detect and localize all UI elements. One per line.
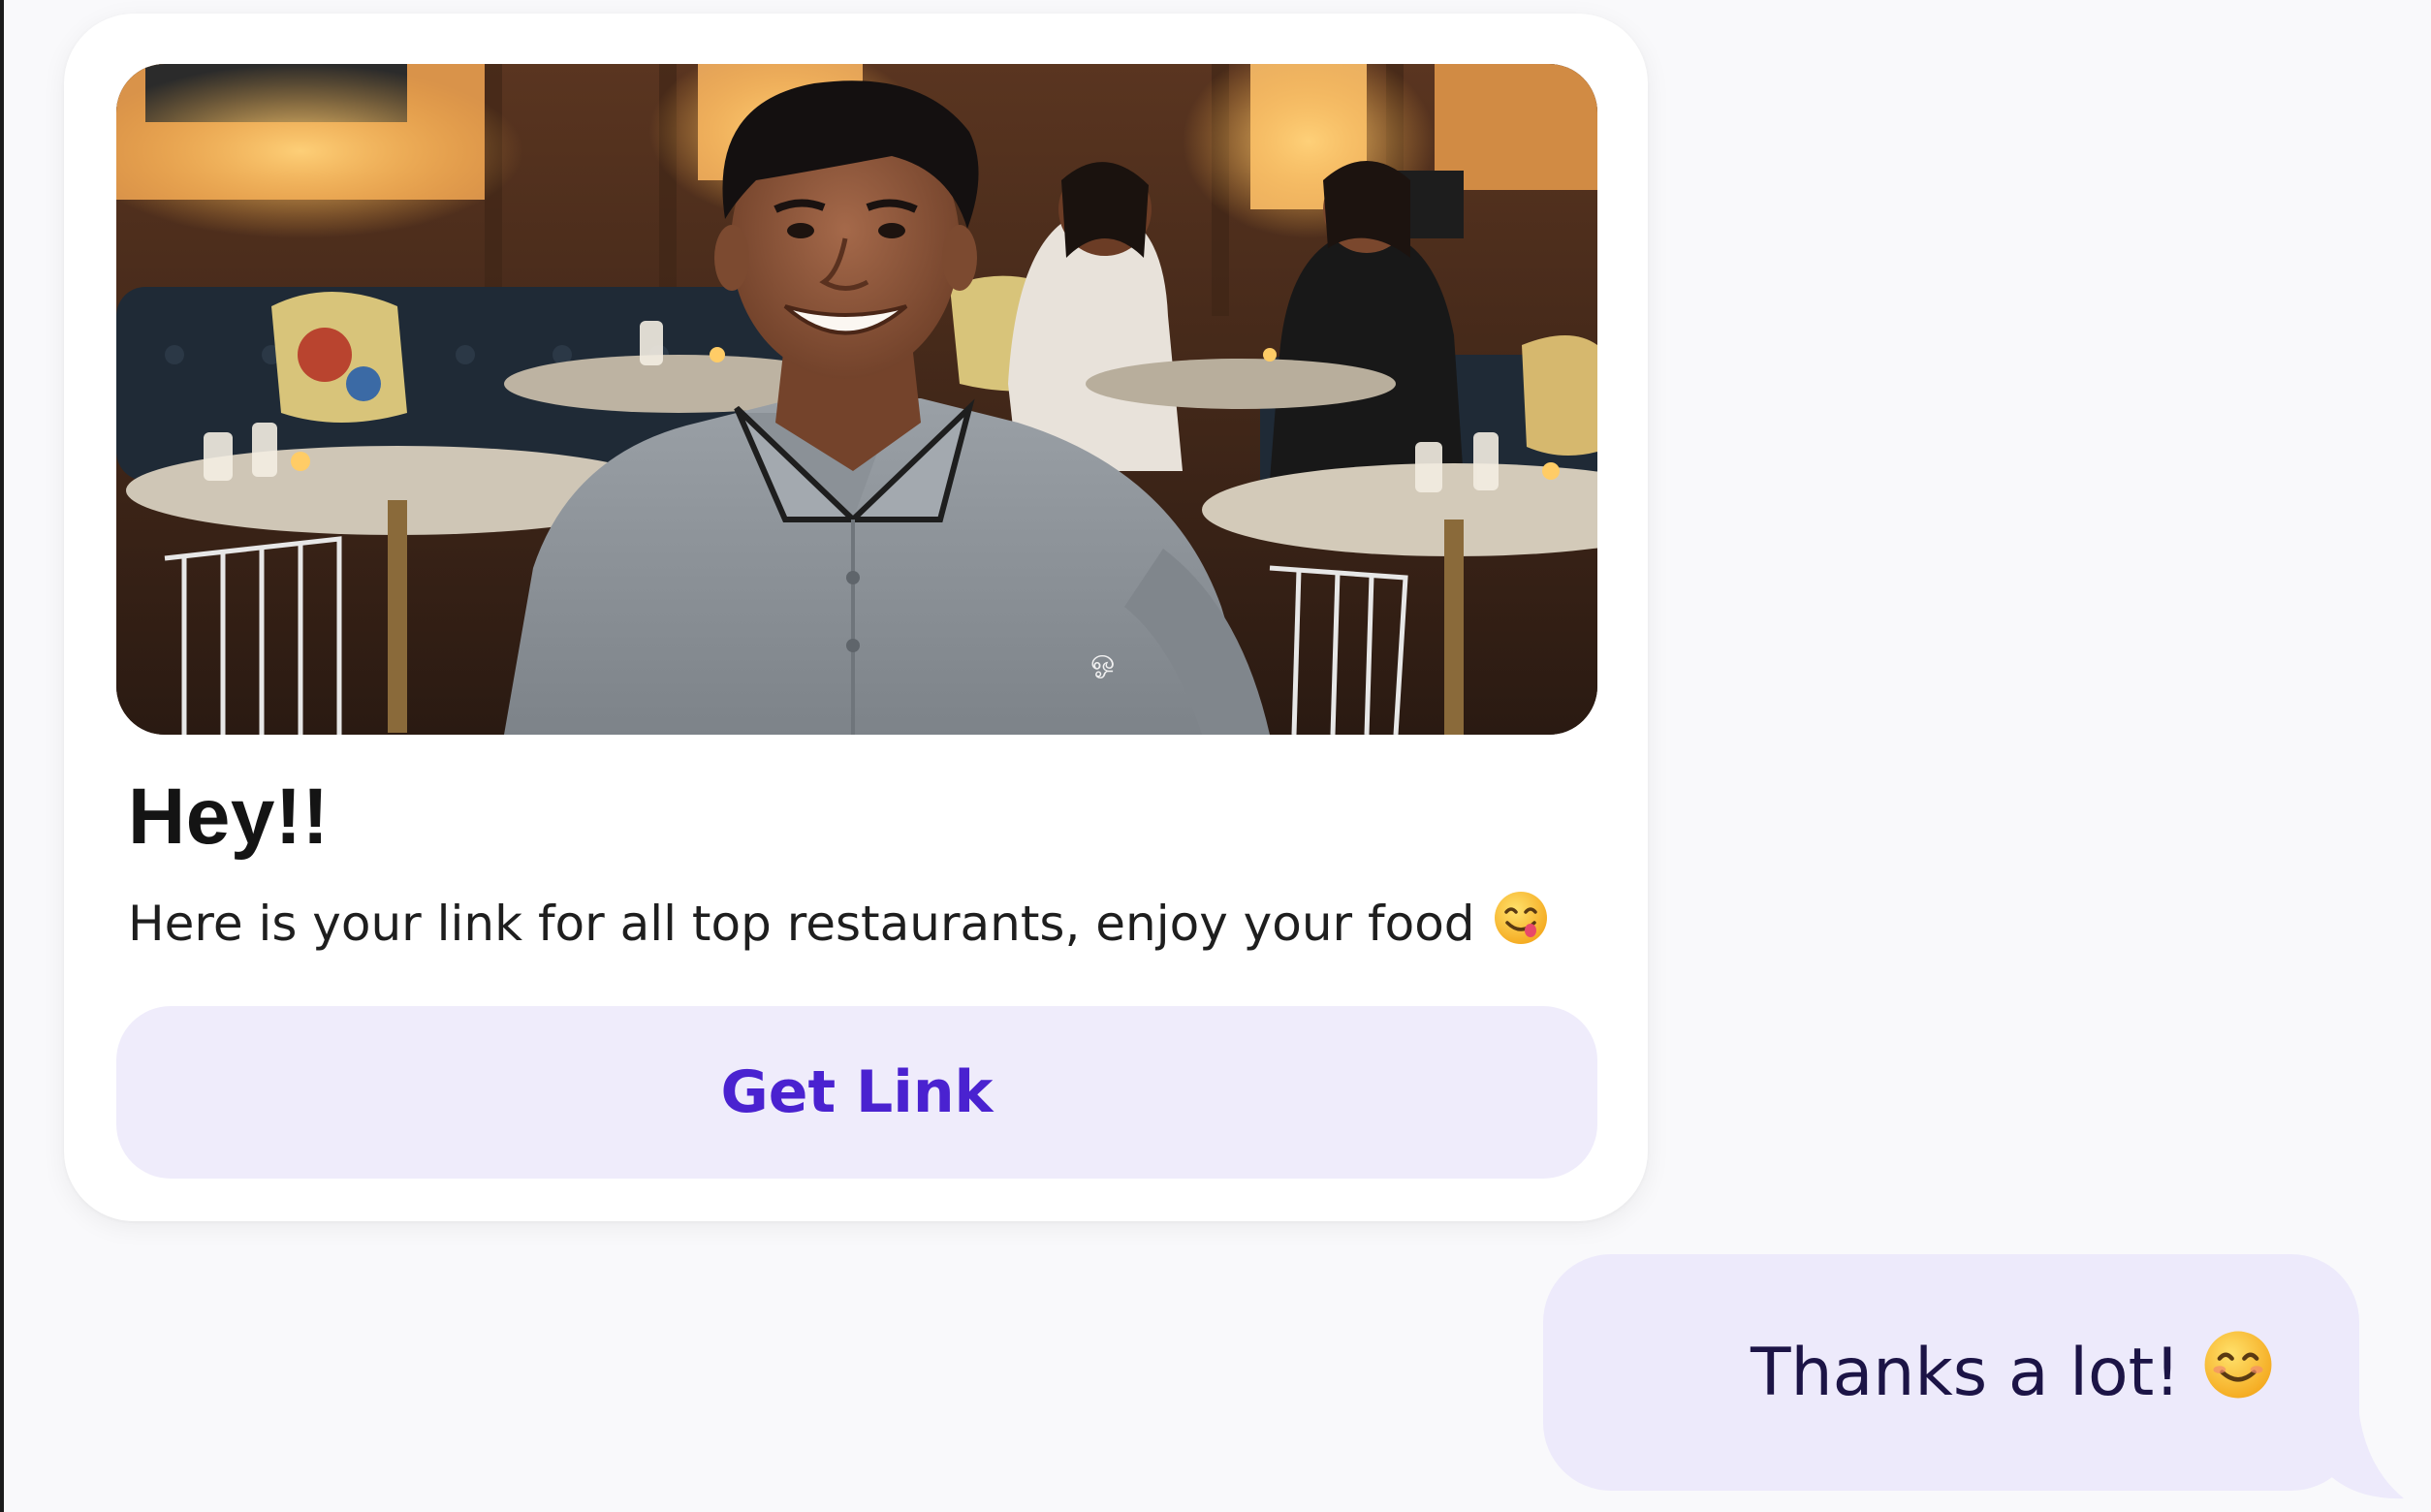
smiling-face-icon xyxy=(2202,1329,2274,1417)
face-savoring-food-icon xyxy=(1493,890,1549,958)
get-link-label: Get Link xyxy=(720,1058,994,1126)
outgoing-message-bubble: Thanks a lot! xyxy=(1543,1254,2359,1491)
restaurant-photo-illustration: ஓ xyxy=(116,64,1597,735)
svg-text:ஓ: ஓ xyxy=(1090,644,1115,678)
card-body-row: Here is your link for all top restaurant… xyxy=(128,890,1549,958)
card-body-text: Here is your link for all top restaurant… xyxy=(128,896,1475,952)
card-photo: ஓ xyxy=(116,64,1597,735)
outgoing-message-text: Thanks a lot! xyxy=(1751,1334,2181,1411)
rich-message-card: ஓ Hey!! Here is your link for all top re… xyxy=(64,14,1648,1221)
card-title: Hey!! xyxy=(128,772,330,861)
window-edge xyxy=(0,0,4,1512)
outgoing-message-row: Thanks a lot! xyxy=(1751,1254,2274,1491)
get-link-button[interactable]: Get Link xyxy=(116,1006,1597,1179)
